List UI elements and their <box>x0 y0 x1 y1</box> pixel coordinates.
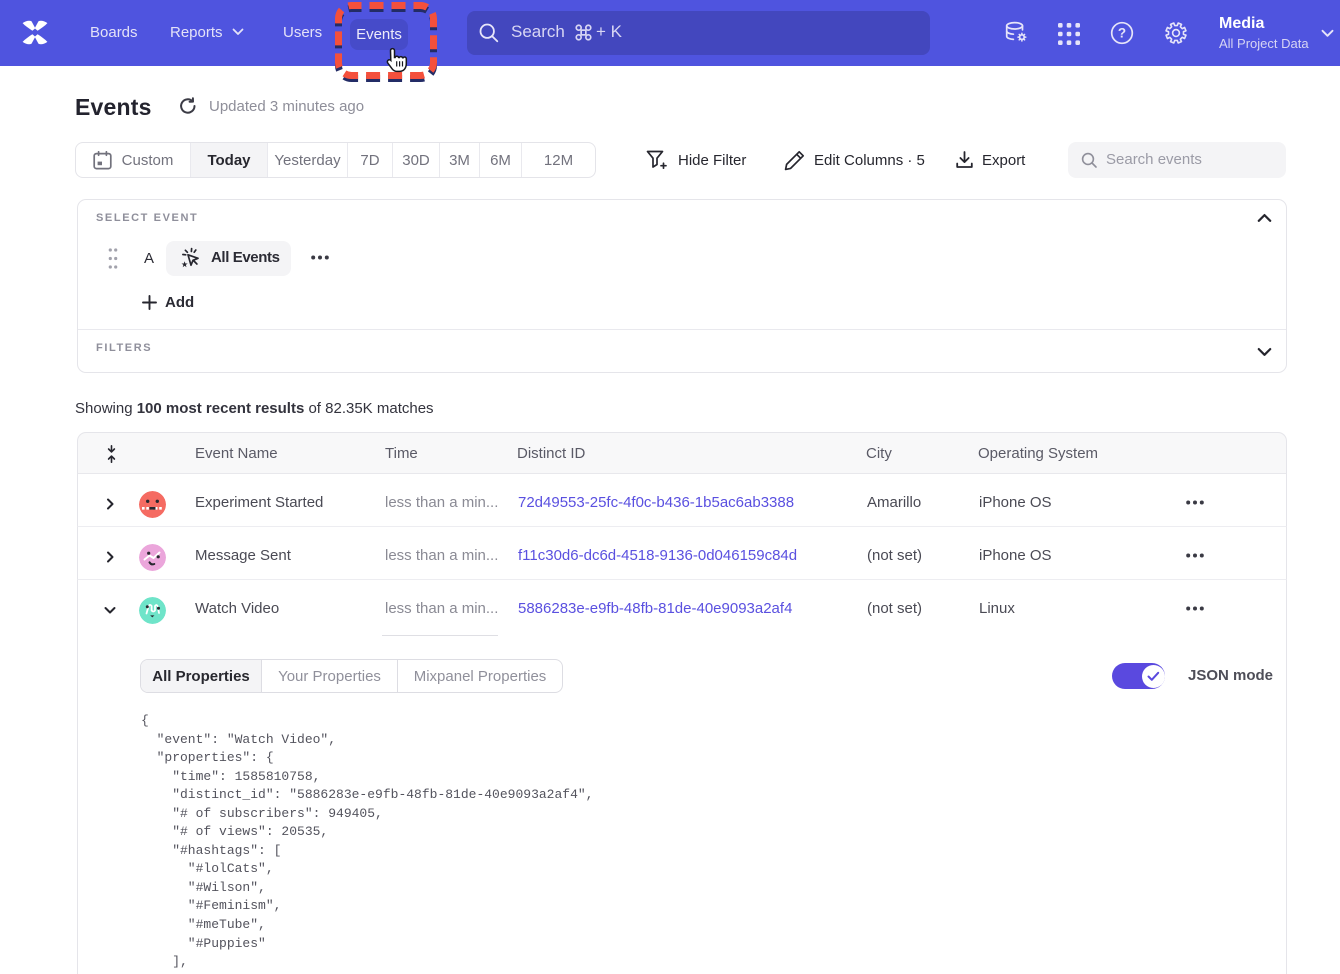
svg-text:?: ? <box>1118 26 1126 41</box>
